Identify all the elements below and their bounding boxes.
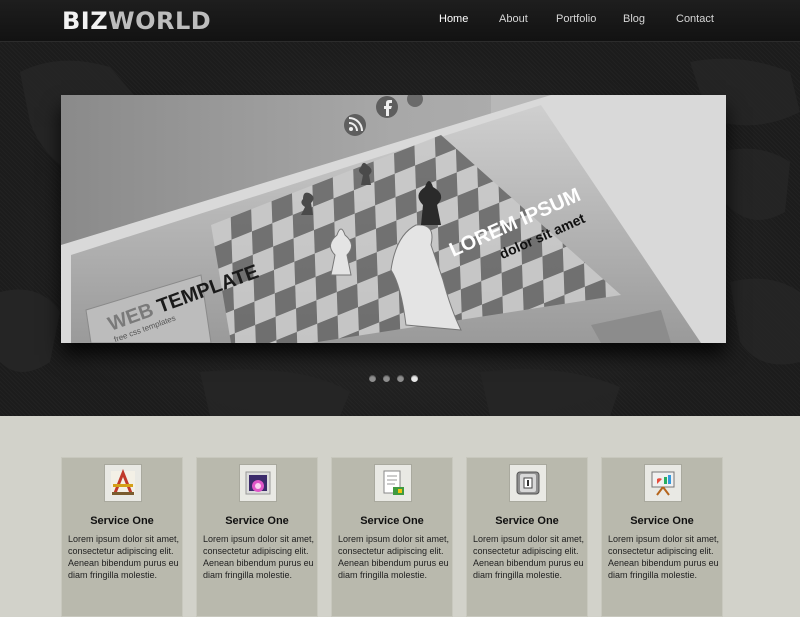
logo-part-2: WORLD [108, 7, 212, 35]
disk-icon[interactable] [509, 464, 547, 502]
service-card: Service One Lorem ipsum dolor sit amet, … [331, 457, 453, 617]
service-title: Service One [360, 515, 424, 527]
logo-part-1: BIZ [62, 7, 109, 35]
slider-dot-1[interactable] [369, 375, 376, 382]
site-logo[interactable]: BIZWORLD [62, 6, 211, 36]
service-text: Lorem ipsum dolor sit amet, consectetur … [608, 534, 720, 580]
service-card: Service One Lorem ipsum dolor sit amet, … [601, 457, 723, 617]
nav-blog[interactable]: Blog [623, 13, 645, 25]
service-text: Lorem ipsum dolor sit amet, consectetur … [473, 534, 585, 580]
facebook-icon [376, 96, 398, 118]
service-title: Service One [495, 515, 559, 527]
slider-dot-2[interactable] [383, 375, 390, 382]
photo-icon[interactable] [239, 464, 277, 502]
slider-dot-3[interactable] [397, 375, 404, 382]
service-title: Service One [630, 515, 694, 527]
service-card: Service One Lorem ipsum dolor sit amet, … [466, 457, 588, 617]
service-title: Service One [225, 515, 289, 527]
service-text: Lorem ipsum dolor sit amet, consectetur … [338, 534, 450, 580]
nav-home[interactable]: Home [439, 13, 468, 25]
service-card: Service One Lorem ipsum dolor sit amet, … [196, 457, 318, 617]
nav-portfolio[interactable]: Portfolio [556, 13, 596, 25]
service-text: Lorem ipsum dolor sit amet, consectetur … [203, 534, 315, 580]
service-text: Lorem ipsum dolor sit amet, consectetur … [68, 534, 180, 580]
hero-section: LOREM IPSUM dolor sit amet WEB TEMPLATE … [0, 42, 800, 416]
slider-dot-4[interactable] [411, 375, 418, 382]
site-header: BIZWORLD Home About Portfolio Blog Conta… [0, 0, 800, 42]
document-icon[interactable] [374, 464, 412, 502]
slider-image[interactable]: LOREM IPSUM dolor sit amet WEB TEMPLATE … [61, 95, 726, 343]
nav-about[interactable]: About [499, 13, 528, 25]
presentation-board-icon[interactable] [644, 464, 682, 502]
services-section: Service One Lorem ipsum dolor sit amet, … [0, 416, 800, 617]
nav-contact[interactable]: Contact [676, 13, 714, 25]
drafting-tools-icon[interactable] [104, 464, 142, 502]
rss-icon [344, 114, 366, 136]
service-title: Service One [90, 515, 154, 527]
service-card: Service One Lorem ipsum dolor sit amet, … [61, 457, 183, 617]
